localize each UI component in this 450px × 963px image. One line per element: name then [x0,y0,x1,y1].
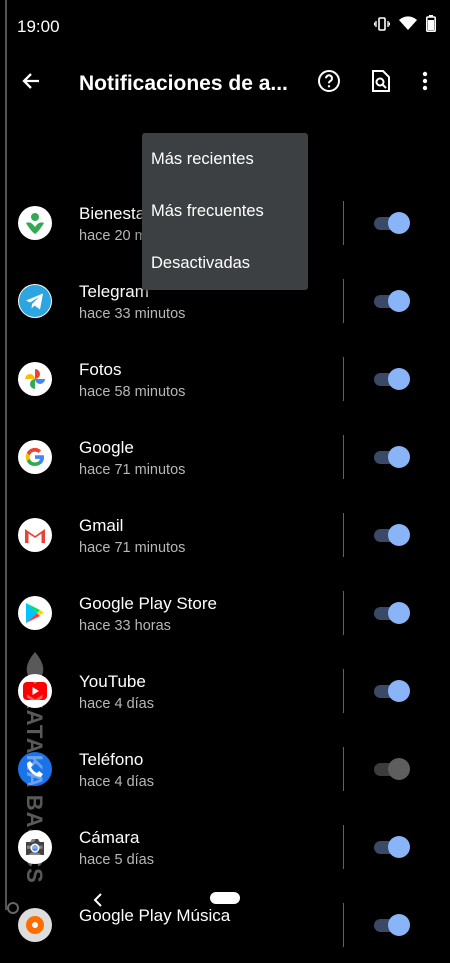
list-item[interactable]: Teléfono hace 4 días [0,729,450,807]
notification-toggle[interactable] [374,758,410,780]
notification-toggle[interactable] [374,290,410,312]
battery-icon [426,15,436,32]
menu-item-most-recent[interactable]: Más recientes [142,133,308,185]
watermark: XATAKA BASICS [15,650,55,890]
app-name: Google Play Store [79,594,217,613]
google-icon [18,440,52,474]
app-name: Telegram [79,282,149,301]
app-time: hace 71 minutos [79,462,186,478]
status-bar: 19:00 [0,0,450,52]
app-time: hace 33 minutos [79,306,186,322]
page-title: Notificaciones de a... [79,72,288,95]
back-button[interactable] [14,66,48,100]
more-vert-icon [422,71,428,96]
divider [343,513,344,557]
notification-toggle[interactable] [374,836,410,858]
divider [343,357,344,401]
nav-back-icon [93,893,102,907]
app-name: Teléfono [79,750,144,769]
app-time: hace 33 horas [79,618,171,634]
nav-bar [0,880,450,925]
wellbeing-icon [18,206,52,240]
app-time: hace 71 minutos [79,540,186,556]
divider [343,669,344,713]
list-item[interactable]: Google Play Store hace 33 horas [0,573,450,651]
gmail-icon [18,518,52,552]
app-name: Cámara [79,828,140,847]
app-time: hace 58 minutos [79,384,186,400]
menu-item-most-frequent[interactable]: Más frecuentes [142,185,308,237]
notification-toggle[interactable] [374,602,410,624]
watermark-text: XATAKA BASICS [22,694,47,884]
app-name: Google [79,438,134,457]
help-button[interactable] [312,66,346,100]
app-time: hace 5 días [79,852,154,868]
back-arrow-icon [21,71,41,96]
app-name: Bienesta [79,204,146,223]
notification-toggle[interactable] [374,680,410,702]
divider [343,201,344,245]
app-time: hace 4 días [79,774,154,790]
edge-line [5,0,7,910]
notification-toggle[interactable] [374,524,410,546]
help-icon [317,69,341,98]
list-item[interactable]: Gmail hace 71 minutos [0,495,450,573]
vibrate-icon [374,16,390,32]
app-name: Fotos [79,360,122,379]
photos-icon [18,362,52,396]
search-in-page-icon [370,69,392,98]
play-store-icon [18,596,52,630]
telegram-icon [18,284,52,318]
list-item[interactable]: Fotos hace 58 minutos [0,339,450,417]
menu-item-disabled[interactable]: Desactivadas [142,237,308,289]
nav-home-pill[interactable] [210,892,240,904]
notification-toggle[interactable] [374,368,410,390]
status-time: 19:00 [17,17,60,36]
app-bar: Notificaciones de a... [0,52,450,116]
app-time: hace 20 m [79,228,147,244]
list-item[interactable]: Google hace 71 minutos [0,417,450,495]
wifi-icon [399,16,417,31]
nav-back-button[interactable] [90,890,106,910]
divider [343,825,344,869]
status-icons [374,15,436,32]
search-in-page-button[interactable] [364,66,398,100]
list-item[interactable]: Cámara hace 5 días [0,807,450,885]
app-name: YouTube [79,672,146,691]
sort-dropdown-menu: Más recientes Más frecuentes Desactivada… [142,133,308,290]
app-name: Gmail [79,516,124,535]
more-options-button[interactable] [410,66,440,100]
divider [343,591,344,635]
divider [343,747,344,791]
list-item[interactable]: YouTube hace 4 días [0,651,450,729]
divider [343,279,344,323]
notification-toggle[interactable] [374,446,410,468]
app-time: hace 4 días [79,696,154,712]
divider [343,435,344,479]
notification-toggle[interactable] [374,212,410,234]
